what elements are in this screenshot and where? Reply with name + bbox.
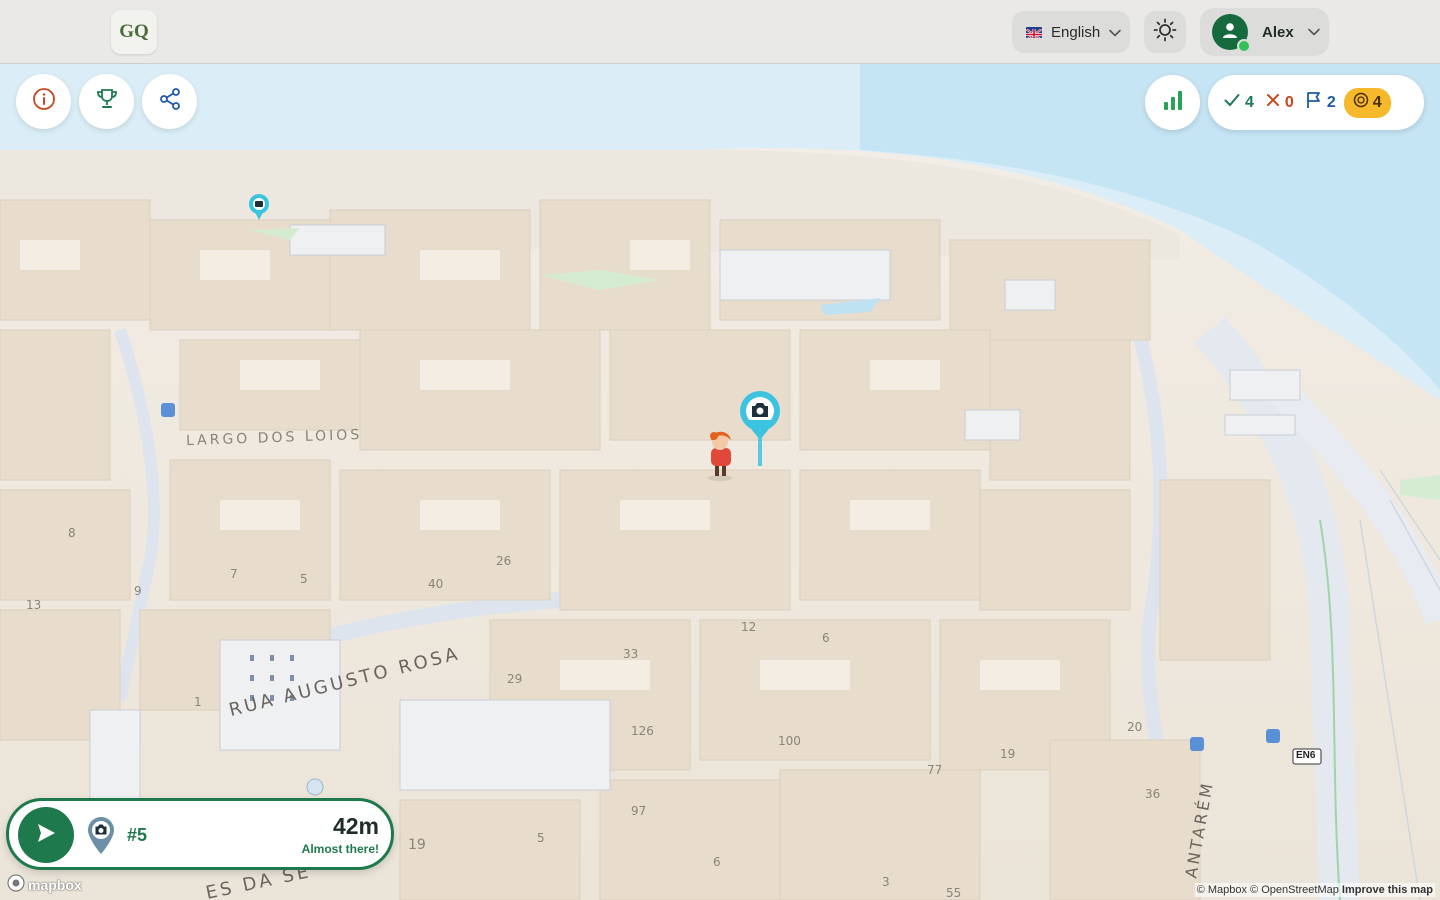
house-number: 12 — [741, 620, 757, 634]
flag-count: 2 — [1306, 91, 1336, 114]
improve-map-link[interactable]: Improve this map — [1342, 884, 1433, 896]
house-number: 3 — [882, 875, 890, 889]
coin-icon — [1353, 92, 1369, 113]
coins-value: 4 — [1372, 93, 1382, 111]
house-number: 19 — [1000, 747, 1016, 761]
share-icon — [158, 87, 182, 116]
trophy-button[interactable] — [79, 74, 134, 129]
user-menu-button[interactable]: Alex — [1200, 8, 1329, 56]
language-selector[interactable]: English — [1012, 11, 1130, 53]
house-number: 36 — [1145, 787, 1161, 801]
house-number: 5 — [300, 572, 308, 586]
wrong-value: 0 — [1284, 93, 1294, 111]
close-icon — [1266, 93, 1280, 112]
target-number: #5 — [127, 825, 148, 845]
house-number: 100 — [778, 734, 801, 748]
house-number: 6 — [713, 855, 721, 869]
mapbox-logo-text: mapbox — [28, 876, 82, 893]
house-number: 19 — [408, 837, 426, 853]
road-shield-en6: EN6 — [1296, 750, 1316, 761]
stats-button[interactable] — [1145, 75, 1200, 130]
online-status-dot — [1237, 39, 1251, 53]
language-label: English — [1051, 23, 1101, 41]
coin-count: 4 — [1343, 87, 1391, 118]
correct-count: 4 — [1224, 93, 1254, 112]
send-arrow-icon — [34, 821, 58, 850]
house-number: 126 — [631, 724, 654, 738]
user-icon — [1221, 21, 1239, 44]
trophy-icon — [95, 87, 119, 116]
user-name: Alex — [1262, 23, 1294, 41]
share-button[interactable] — [142, 74, 197, 129]
chevron-down-icon — [1307, 23, 1320, 41]
chevron-down-icon — [1109, 24, 1122, 41]
wrong-count: 0 — [1266, 93, 1294, 112]
house-number: 40 — [428, 577, 444, 591]
map-attribution: © Mapbox © OpenStreetMap Improve this ma… — [1194, 883, 1435, 897]
info-icon — [32, 87, 56, 116]
uk-flag-icon — [1026, 26, 1042, 38]
house-number: 26 — [496, 554, 512, 568]
map-graphics — [0, 64, 1440, 900]
house-number: 33 — [623, 647, 639, 661]
house-number: 9 — [134, 584, 142, 598]
sun-icon — [1153, 18, 1177, 47]
map-canvas[interactable]: LARGO DOS LOIOS RUA AUGUSTO ROSA ES DA S… — [0, 0, 1440, 900]
house-number: 55 — [946, 886, 962, 900]
score-panel: 4 0 2 4 — [1208, 75, 1424, 130]
house-number: 77 — [927, 763, 943, 777]
logo-text: GQ — [119, 21, 149, 42]
theme-toggle-button[interactable] — [1144, 11, 1186, 53]
house-number: 97 — [631, 804, 647, 818]
bar-chart-icon — [1161, 88, 1185, 117]
correct-value: 4 — [1245, 93, 1254, 111]
target-distance: 42m — [332, 813, 379, 839]
house-number: 1 — [194, 695, 202, 709]
house-number: 7 — [230, 567, 238, 581]
house-number: 20 — [1127, 720, 1143, 734]
house-number: 5 — [537, 831, 545, 845]
flags-value: 2 — [1326, 93, 1336, 111]
camera-pin-icon — [86, 815, 116, 860]
mapbox-icon — [7, 874, 25, 895]
house-number: 8 — [68, 526, 76, 540]
info-button[interactable] — [16, 74, 71, 129]
avatar — [1212, 14, 1251, 53]
house-number: 13 — [26, 598, 42, 612]
top-bar: GQ English Alex — [0, 0, 1440, 64]
target-status: Almost there! — [301, 842, 379, 856]
navigate-button[interactable] — [18, 807, 74, 863]
attribution-credits[interactable]: © Mapbox © OpenStreetMap — [1197, 884, 1339, 896]
house-number: 6 — [822, 631, 830, 645]
flag-icon — [1306, 91, 1322, 114]
mapbox-logo[interactable]: mapbox — [7, 874, 82, 895]
house-number: 29 — [507, 672, 523, 686]
target-card[interactable]: #5 42m Almost there! — [6, 798, 394, 870]
app-logo[interactable]: GQ — [111, 10, 157, 54]
check-icon — [1224, 93, 1240, 112]
